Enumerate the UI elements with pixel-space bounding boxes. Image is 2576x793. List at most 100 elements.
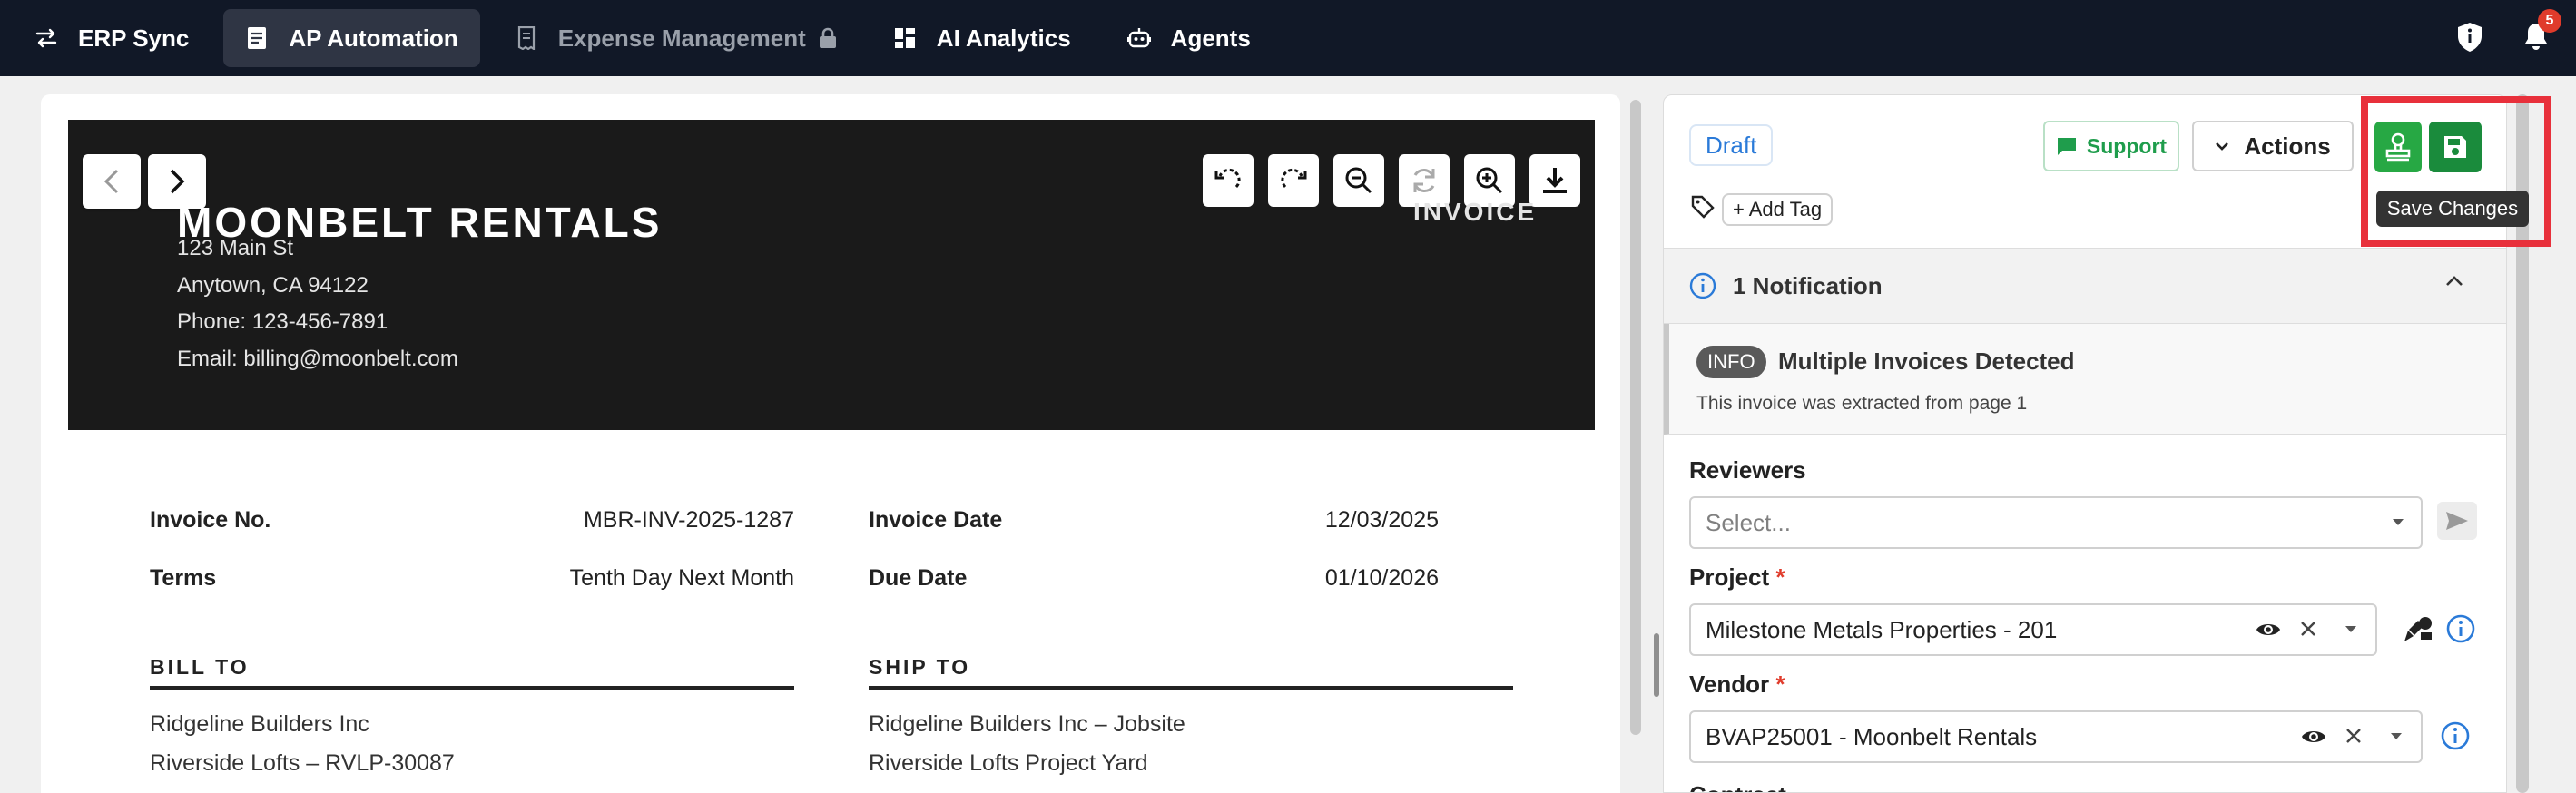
invoice-doc-title: INVOICE: [1413, 198, 1538, 226]
company-address-line2: Anytown, CA 94122: [177, 273, 369, 298]
ship-to-divider: [869, 686, 1513, 690]
nav-item-ai-analytics[interactable]: AI Analytics: [871, 9, 1093, 67]
nav-item-expense-management[interactable]: Expense Management: [493, 9, 859, 67]
receipt-icon: [515, 26, 538, 50]
nav-item-label: Agents: [1170, 24, 1251, 52]
clear-icon[interactable]: [2345, 727, 2363, 745]
edit-location-icon[interactable]: [2403, 614, 2433, 643]
zoom-in-icon: [1476, 167, 1503, 194]
bill-to-line: Ridgeline Builders Inc: [150, 711, 369, 737]
notification-text: This invoice was extracted from page 1: [1696, 393, 2028, 414]
company-email: Email: billing@moonbelt.com: [177, 347, 458, 371]
ship-to-line: Ridgeline Builders Inc – Jobsite: [869, 711, 1185, 737]
project-select[interactable]: Milestone Metals Properties - 201: [1689, 603, 2377, 656]
rotate-left-button[interactable]: [1203, 154, 1254, 207]
vendor-info-icon[interactable]: [2441, 721, 2470, 750]
rotate-right-icon: [1281, 168, 1307, 189]
ship-to-title: SHIP TO: [869, 655, 971, 679]
sync-arrows-icon: [34, 26, 58, 50]
support-button-label: Support: [2086, 133, 2168, 158]
vendor-label-text: Vendor: [1689, 671, 1770, 698]
contract-label: Contract: [1689, 781, 1786, 792]
bill-to-line: Riverside Lofts – RVLP-30087: [150, 750, 455, 776]
tag-icon: [1691, 195, 1715, 223]
chevron-right-icon: [170, 169, 185, 194]
invoice-no-value: MBR-INV-2025-1287: [583, 507, 794, 533]
top-nav-bar: ERP Sync AP Automation Expense Managemen…: [0, 0, 2576, 76]
project-info-icon[interactable]: [2446, 614, 2475, 643]
panel-resize-handle[interactable]: [1654, 633, 1659, 697]
document-icon: [245, 26, 269, 50]
required-mark: *: [1775, 563, 1785, 591]
nav-item-label: ERP Sync: [78, 24, 190, 52]
project-label-text: Project: [1689, 563, 1770, 591]
nav-item-ap-automation[interactable]: AP Automation: [223, 9, 480, 67]
chevron-down-icon: [2216, 142, 2229, 151]
grid-icon: [893, 26, 917, 50]
notification-title: Multiple Invoices Detected: [1778, 348, 2075, 375]
status-badge: Draft: [1689, 124, 1774, 166]
zoom-out-icon: [1345, 167, 1372, 194]
invoice-date-value: 12/03/2025: [1324, 507, 1439, 533]
support-button[interactable]: Support: [2043, 121, 2179, 171]
clear-icon[interactable]: [2299, 620, 2317, 638]
vendor-label: Vendor *: [1689, 671, 1785, 699]
caret-down-icon: [2392, 518, 2404, 527]
notification-count-title: 1 Notification: [1733, 272, 1883, 299]
reviewers-placeholder: Select...: [1706, 508, 1791, 536]
eye-icon[interactable]: [2256, 620, 2281, 640]
send-to-reviewers-button[interactable]: [2437, 502, 2477, 540]
shield-icon[interactable]: [2456, 22, 2483, 57]
info-badge: INFO: [1696, 346, 1766, 378]
rotate-right-button[interactable]: [1268, 154, 1319, 207]
chevron-left-icon: [103, 169, 119, 194]
project-label: Project *: [1689, 563, 1785, 592]
nav-item-agents[interactable]: Agents: [1106, 9, 1273, 67]
nav-item-label: AP Automation: [289, 24, 458, 52]
caret-down-icon[interactable]: [2345, 625, 2357, 634]
required-mark: *: [1775, 671, 1785, 698]
nav-item-erp-sync[interactable]: ERP Sync: [13, 9, 211, 67]
eye-icon[interactable]: [2301, 727, 2326, 747]
bill-to-divider: [150, 686, 794, 690]
zoom-out-button[interactable]: [1333, 154, 1384, 207]
reviewers-select[interactable]: Select...: [1689, 496, 2423, 549]
invoice-date-label: Invoice Date: [869, 507, 1003, 533]
actions-button-label: Actions: [2244, 132, 2331, 160]
previous-page-button[interactable]: [83, 154, 141, 209]
notification-header[interactable]: 1 Notification: [1664, 248, 2506, 324]
invoice-header-band: MOONBELT RENTALS 123 Main St Anytown, CA…: [68, 120, 1595, 430]
download-button[interactable]: [1529, 154, 1580, 207]
invoice-no-label: Invoice No.: [150, 507, 271, 533]
actions-dropdown-button[interactable]: Actions: [2192, 121, 2354, 171]
send-icon: [2446, 512, 2468, 530]
chevron-up-icon[interactable]: [2444, 274, 2464, 293]
notification-item: INFO Multiple Invoices Detected This inv…: [1664, 324, 2506, 435]
company-address-line1: 123 Main St: [177, 236, 294, 260]
bill-to-title: BILL TO: [150, 655, 250, 679]
nav-item-label: Expense Management: [557, 24, 806, 52]
company-phone: Phone: 123-456-7891: [177, 309, 388, 334]
refresh-icon: [1413, 169, 1435, 192]
chat-icon: [2057, 138, 2076, 155]
vendor-value: BVAP25001 - Moonbelt Rentals: [1706, 722, 2038, 750]
highlight-box: [2361, 96, 2551, 247]
lock-icon: [819, 27, 837, 49]
reviewers-label: Reviewers: [1689, 456, 1806, 484]
download-icon: [1543, 168, 1567, 193]
rotate-left-icon: [1214, 168, 1241, 189]
terms-label: Terms: [150, 565, 217, 591]
viewer-scrollbar-thumb[interactable]: [1630, 100, 1641, 735]
caret-down-icon[interactable]: [2390, 732, 2403, 741]
invoice-document-viewer: MOONBELT RENTALS 123 Main St Anytown, CA…: [41, 94, 1620, 793]
terms-value: Tenth Day Next Month: [569, 565, 794, 591]
info-circle-icon: [1689, 272, 1716, 304]
robot-icon: [1126, 26, 1151, 50]
due-date-value: 01/10/2026: [1324, 565, 1439, 591]
project-value: Milestone Metals Properties - 201: [1706, 615, 2058, 643]
vendor-select[interactable]: BVAP25001 - Moonbelt Rentals: [1689, 710, 2423, 763]
due-date-label: Due Date: [869, 565, 968, 591]
nav-item-label: AI Analytics: [936, 24, 1071, 52]
notification-count-badge: 5: [2538, 9, 2561, 33]
add-tag-button[interactable]: + Add Tag: [1722, 193, 1834, 226]
